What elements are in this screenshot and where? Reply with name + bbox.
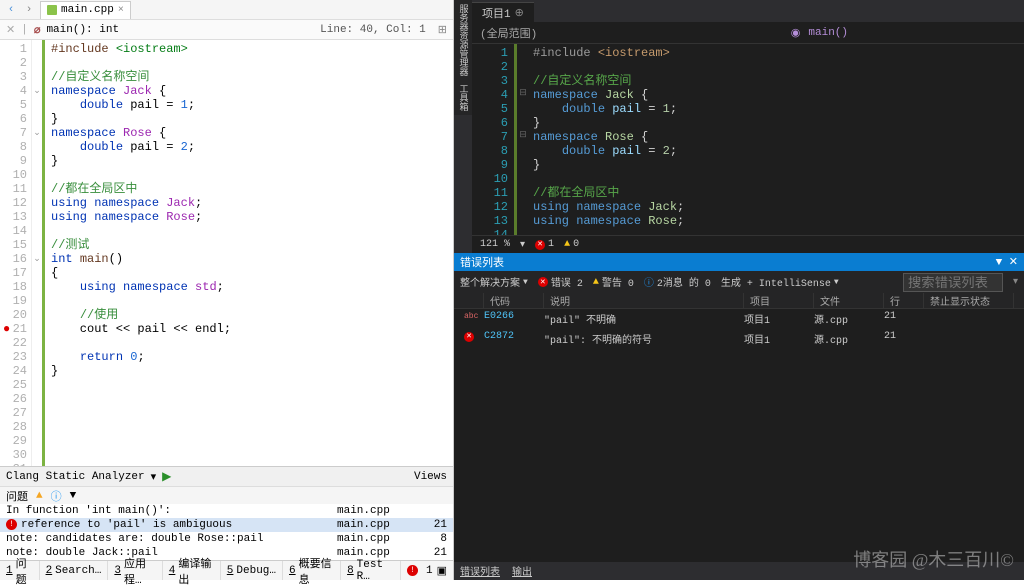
zoom-level[interactable]: 121 % — [480, 239, 510, 250]
bottom-tab-bar: 1 问题2 Search…3 应用程…4 编译输出5 Debug…6 概要信息8… — [0, 560, 453, 580]
error-row[interactable]: ✕C2872"pail": 不明确的符号项目1源.cpp21 — [454, 329, 1024, 349]
build-filter[interactable]: 生成 + IntelliSense▼ — [721, 274, 839, 290]
close-icon[interactable]: × — [118, 5, 124, 16]
bottom-tab[interactable]: 2 Search… — [40, 561, 109, 580]
search-dropdown-icon[interactable]: ▾ — [1013, 276, 1018, 288]
vs-btab-errorlist[interactable]: 错误列表 — [460, 563, 500, 579]
bottom-tab[interactable]: 8 Test R… — [341, 561, 401, 580]
status-errors: 1 — [548, 239, 554, 250]
error-panel-header: 错误列表 ▼ ✕ — [454, 253, 1024, 271]
right-ide-pane: 服务器资源管理器 工具箱 项目1 ⊕ (全局范围) ◉ main() 12345… — [454, 0, 1024, 580]
error-columns: 代码说明项目文件行禁止显示状态 — [454, 293, 1024, 309]
error-row[interactable]: abcE0266"pail" 不明确项目1源.cpp21 — [454, 309, 1024, 329]
code-editor-left[interactable]: 1234567891011121314151617181920212223242… — [0, 40, 453, 466]
run-icon[interactable]: ▶ — [162, 469, 171, 484]
breadcrumb-func[interactable]: main(): int — [46, 24, 119, 36]
bottom-tab[interactable]: 5 Debug… — [221, 561, 283, 580]
bottom-tab[interactable]: 1 问题 — [0, 561, 40, 580]
tab-filename: main.cpp — [61, 4, 114, 16]
split-icon[interactable]: ⊞ — [438, 23, 447, 37]
error-count-icon: ✕ — [535, 240, 545, 250]
problems-table: In function 'int main()':main.cpp!refere… — [0, 504, 453, 560]
problem-row[interactable]: In function 'int main()':main.cpp — [0, 504, 453, 518]
code-editor-right[interactable]: 123456789101112131415161718192021222324 … — [472, 44, 1024, 235]
nav-fwd-icon[interactable]: › — [22, 3, 36, 17]
vs-tab-bar: 项目1 ⊕ — [472, 0, 1024, 22]
line-col-indicator: Line: 40, Col: 1 — [320, 24, 426, 36]
views-label: Views — [414, 471, 447, 483]
messages-filter[interactable]: ⓘ2消息 的 0 — [644, 274, 711, 290]
filter-icon[interactable]: ▼ — [70, 490, 77, 502]
vs-breadcrumb: (全局范围) ◉ main() — [472, 22, 1024, 44]
error-toolbar: 整个解决方案▼ ✕错误 2 ▲警告 0 ⓘ2消息 的 0 生成 + Intell… — [454, 271, 1024, 293]
watermark: 博客园 @木三百川© — [853, 546, 1014, 572]
problems-tab-label[interactable]: 问题 — [6, 488, 28, 504]
vs-status-bar: 121 % ▾ ✕1 ▲0 — [472, 235, 1024, 253]
bottom-tab[interactable]: 4 编译输出 — [163, 561, 221, 580]
warning-icon[interactable]: ▲ — [36, 490, 43, 502]
nav-back-icon[interactable]: ‹ — [4, 3, 18, 17]
info-icon[interactable]: ⓘ — [51, 488, 62, 504]
vs-btab-output[interactable]: 输出 — [512, 563, 532, 579]
bottom-tab[interactable]: 3 应用程… — [108, 561, 162, 580]
error-panel-title: 错误列表 — [460, 254, 504, 270]
function-icon: ⌀ — [34, 23, 41, 37]
analyzer-dropdown-icon[interactable]: ▾ — [151, 470, 157, 484]
sidebar-server-explorer[interactable]: 服务器资源管理器 — [454, 0, 472, 80]
error-rows: abcE0266"pail" 不明确项目1源.cpp21✕C2872"pail"… — [454, 309, 1024, 562]
breadcrumb: ✕ | ⌀ main(): int Line: 40, Col: 1 ⊞ — [0, 20, 453, 40]
problem-row[interactable]: note: candidates are: double Rose::pailm… — [0, 532, 453, 546]
scope-dropdown[interactable]: (全局范围) — [480, 25, 537, 41]
warning-count-icon: ▲ — [564, 239, 570, 250]
pin-icon[interactable]: ⊕ — [515, 6, 524, 20]
problems-header: 问题 ▲ ⓘ ▼ — [0, 486, 453, 504]
vs-tab-project1[interactable]: 项目1 ⊕ — [472, 2, 534, 22]
func-dropdown[interactable]: main() — [808, 27, 848, 39]
error-badge-icon[interactable]: ! — [407, 565, 418, 576]
warnings-filter[interactable]: ▲警告 0 — [593, 274, 634, 290]
zoom-dropdown-icon[interactable]: ▾ — [520, 239, 525, 251]
scope-filter[interactable]: 整个解决方案▼ — [460, 274, 528, 290]
analyzer-bar: Clang Static Analyzer ▾ ▶ Views — [0, 466, 453, 486]
problem-row[interactable]: !reference to 'pail' is ambiguousmain.cp… — [0, 518, 453, 532]
status-warnings: 0 — [573, 239, 579, 250]
errors-filter[interactable]: ✕错误 2 — [538, 274, 583, 290]
dropdown-icon[interactable]: ▼ — [996, 257, 1003, 269]
editor-tab-bar: ‹ › main.cpp × — [0, 0, 453, 20]
sidebar-toolbox[interactable]: 工具箱 — [454, 80, 472, 115]
collapse-icon[interactable]: ▣ — [437, 564, 447, 578]
left-ide-pane: ‹ › main.cpp × ✕ | ⌀ main(): int Line: 4… — [0, 0, 454, 580]
file-tab-main-cpp[interactable]: main.cpp × — [40, 1, 131, 19]
panel-close-icon[interactable]: ✕ — [1009, 257, 1018, 269]
bottom-tab[interactable]: 6 概要信息 — [283, 561, 341, 580]
error-search-input[interactable] — [903, 273, 1003, 292]
cpp-file-icon — [47, 5, 57, 15]
analyzer-label: Clang Static Analyzer — [6, 471, 145, 483]
breadcrumb-sep-icon: ✕ — [6, 23, 15, 37]
method-icon: ◉ — [791, 26, 801, 40]
vs-tab-label: 项目1 — [482, 5, 511, 21]
